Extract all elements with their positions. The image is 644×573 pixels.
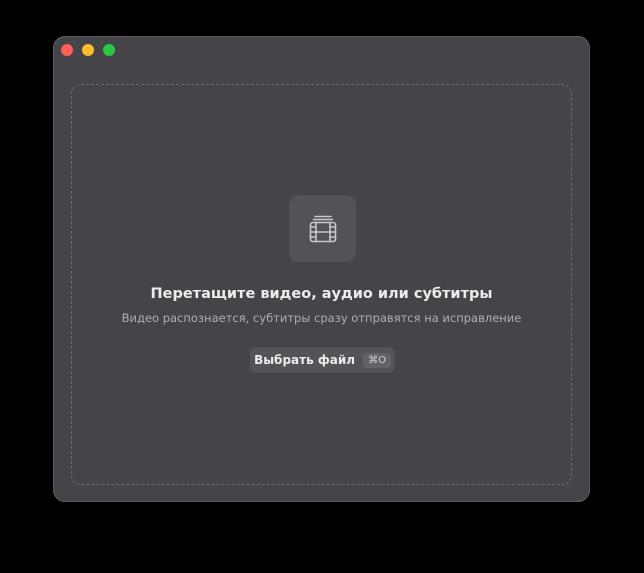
traffic-lights xyxy=(61,44,115,56)
shortcut-badge: ⌘O xyxy=(363,352,391,368)
zoom-window-button[interactable] xyxy=(103,44,115,56)
file-drop-zone[interactable]: Перетащите видео, аудио или субтитры Вид… xyxy=(71,84,572,485)
drop-zone-subtitle: Видео распознается, субтитры сразу отпра… xyxy=(121,311,522,325)
close-window-button[interactable] xyxy=(61,44,73,56)
choose-file-button[interactable]: Выбрать файл ⌘O xyxy=(250,347,395,373)
app-window: Перетащите видео, аудио или субтитры Вид… xyxy=(53,36,590,502)
film-icon xyxy=(309,215,336,242)
drop-zone-title: Перетащите видео, аудио или субтитры xyxy=(150,286,493,302)
choose-file-label: Выбрать файл xyxy=(254,353,356,367)
minimize-window-button[interactable] xyxy=(82,44,94,56)
icon-tile xyxy=(289,195,356,262)
